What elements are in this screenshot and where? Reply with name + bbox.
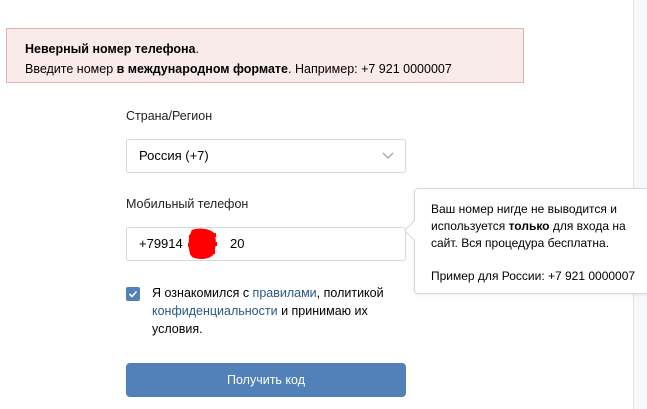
checkmark-icon: [128, 290, 138, 298]
country-label: Страна/Регион: [126, 109, 213, 123]
error-message: Неверный номер телефона. Введите номер в…: [6, 28, 524, 83]
phone-label: Мобильный телефон: [126, 197, 249, 211]
error-hint-bold: в международном формате: [116, 62, 289, 76]
agreement-part1: Я ознакомился с: [152, 286, 253, 300]
tooltip-example: Пример для России: +7 921 0000007: [431, 269, 636, 283]
redaction-scribble: [187, 228, 218, 260]
tooltip-text-bold: только: [508, 219, 550, 233]
phone-value-prefix: +79914: [139, 236, 183, 251]
tooltip-text: Ваш номер нигде не выводится и используе…: [431, 201, 641, 252]
get-code-button[interactable]: Получить код: [126, 363, 406, 397]
country-selected-value: Россия (+7): [139, 148, 209, 163]
error-hint-prefix: Введите номер: [25, 62, 117, 76]
phone-value-suffix: 20: [230, 236, 245, 251]
tooltip-arrow: [403, 219, 426, 242]
error-title-line: Неверный номер телефона.: [25, 39, 523, 59]
phone-input[interactable]: +79914 20: [126, 227, 406, 261]
agreement-text: Я ознакомился с правилами, политикой кон…: [152, 284, 412, 338]
rules-link[interactable]: правилами: [253, 286, 317, 300]
phone-signup-page: Неверный номер телефона. Введите номер в…: [0, 0, 647, 409]
phone-tooltip: Ваш номер нигде не выводится и используе…: [403, 188, 647, 294]
agreement-checkbox[interactable]: [126, 287, 140, 301]
chevron-down-icon: [382, 152, 394, 159]
error-title: Неверный номер телефона: [25, 42, 196, 56]
privacy-link[interactable]: конфиденциальности: [152, 304, 278, 318]
error-hint-line: Введите номер в международном формате. Н…: [25, 59, 523, 79]
error-hint-suffix: . Например: +7 921 0000007: [288, 62, 452, 76]
error-title-end: .: [195, 42, 199, 56]
agreement-part2: , политикой: [316, 286, 384, 300]
country-select[interactable]: Россия (+7): [126, 139, 406, 173]
